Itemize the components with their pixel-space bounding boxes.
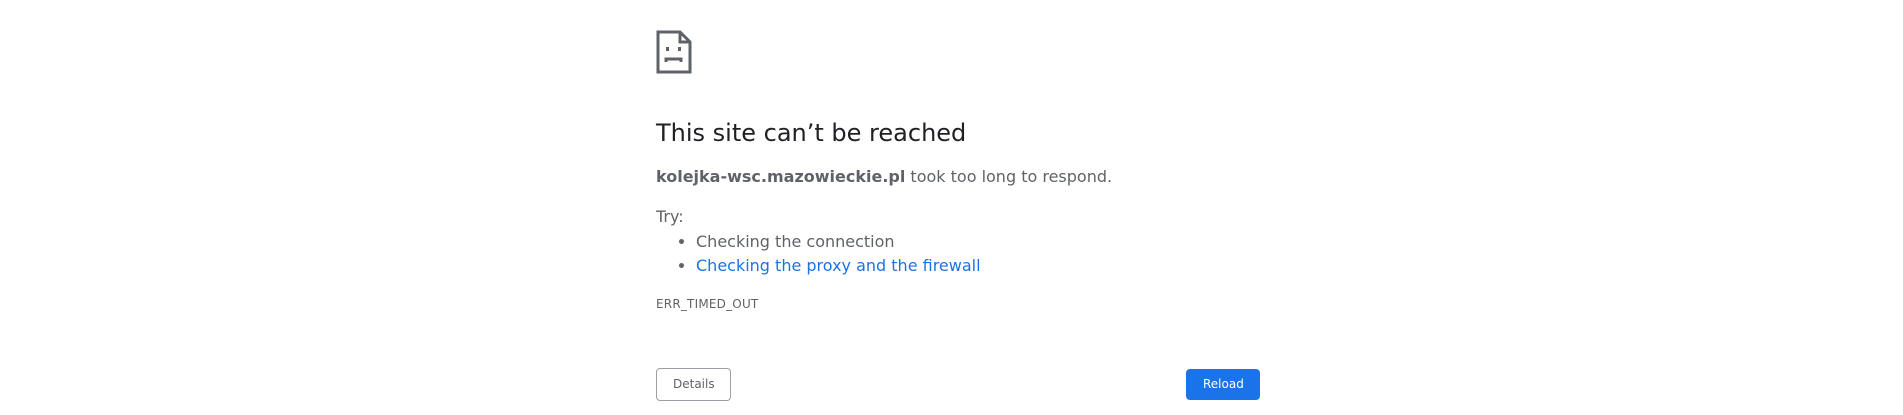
suggestion-check-connection: Checking the connection <box>696 230 981 254</box>
error-page: This site can’t be reached kolejka-wsc.m… <box>656 0 1260 415</box>
error-title: This site can’t be reached <box>656 119 967 147</box>
error-message: kolejka-wsc.mazowieckie.pl took too long… <box>656 166 1112 188</box>
reload-button[interactable]: Reload <box>1186 369 1260 400</box>
error-code: ERR_TIMED_OUT <box>656 297 759 311</box>
error-description: took too long to respond. <box>905 167 1113 186</box>
suggestion-check-proxy-firewall[interactable]: Checking the proxy and the firewall <box>696 254 981 278</box>
proxy-firewall-link[interactable]: Checking the proxy and the firewall <box>696 256 981 275</box>
suggestion-list: Checking the connection Checking the pro… <box>656 230 981 278</box>
host-name: kolejka-wsc.mazowieckie.pl <box>656 167 906 186</box>
try-label: Try: <box>656 207 684 226</box>
details-button[interactable]: Details <box>656 368 731 401</box>
suggestion-label: Checking the connection <box>696 232 895 251</box>
sad-page-icon <box>656 30 692 74</box>
